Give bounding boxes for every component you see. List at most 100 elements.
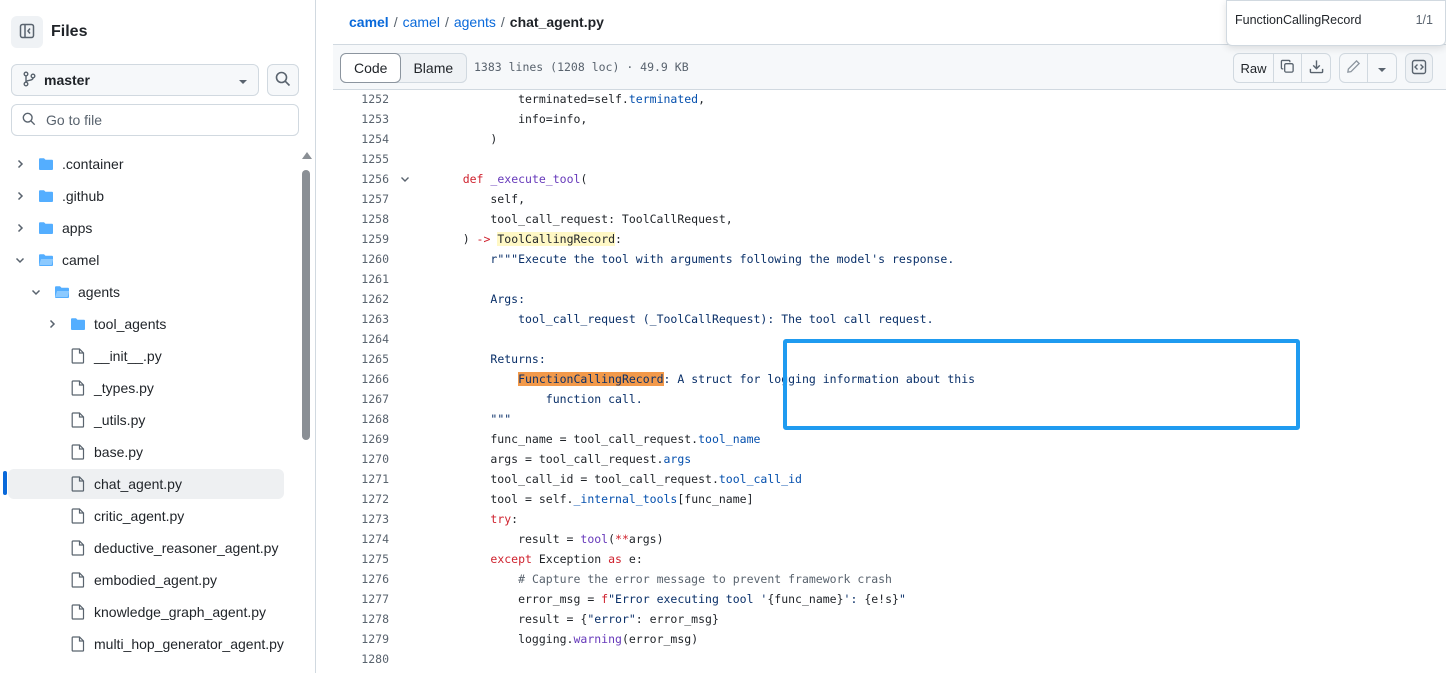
line-number[interactable]: 1270 bbox=[333, 452, 389, 466]
go-to-file-field[interactable] bbox=[11, 104, 299, 136]
code-line: 1259 ) -> ToolCallingRecord: bbox=[333, 229, 1446, 249]
tree-file[interactable]: _types.py bbox=[8, 373, 284, 403]
tree-item-label: tool_agents bbox=[94, 316, 167, 332]
line-number[interactable]: 1273 bbox=[333, 512, 389, 526]
tree-file[interactable]: deductive_reasoner_agent.py bbox=[8, 533, 284, 563]
tree-file[interactable]: base.py bbox=[8, 437, 284, 467]
sidebar-title: Files bbox=[51, 23, 88, 40]
tree-folder[interactable]: camel bbox=[8, 245, 284, 275]
pencil-icon bbox=[1346, 59, 1361, 77]
tree-item-label: chat_agent.py bbox=[94, 476, 182, 492]
file-icon bbox=[70, 508, 86, 524]
chevron-right-icon[interactable] bbox=[12, 156, 28, 172]
search-code-button[interactable] bbox=[267, 64, 299, 96]
line-number[interactable]: 1252 bbox=[333, 92, 389, 106]
line-number[interactable]: 1277 bbox=[333, 592, 389, 606]
view-mode-toggle: Code Blame bbox=[340, 53, 468, 83]
code-line: 1256 def _execute_tool( bbox=[333, 169, 1446, 189]
go-to-file-input[interactable] bbox=[46, 112, 286, 128]
more-edit-options-button[interactable] bbox=[1368, 54, 1396, 82]
code-line: 1252 terminated=self.terminated, bbox=[333, 89, 1446, 109]
scroll-thumb[interactable] bbox=[302, 170, 310, 440]
line-number[interactable]: 1279 bbox=[333, 632, 389, 646]
line-number[interactable]: 1267 bbox=[333, 392, 389, 406]
tree-file[interactable]: embodied_agent.py bbox=[8, 565, 284, 595]
chevron-right-icon[interactable] bbox=[44, 316, 60, 332]
line-number[interactable]: 1255 bbox=[333, 152, 389, 166]
breadcrumb-folder-link[interactable]: camel bbox=[403, 14, 440, 30]
edit-file-button[interactable] bbox=[1340, 54, 1368, 82]
tree-file[interactable]: _utils.py bbox=[8, 405, 284, 435]
tree-file[interactable]: chat_agent.py bbox=[8, 469, 284, 499]
chevron-right-icon[interactable] bbox=[12, 188, 28, 204]
code-text: ) bbox=[435, 132, 498, 146]
chevron-down-icon[interactable] bbox=[28, 284, 44, 300]
file-icon bbox=[70, 636, 86, 652]
file-icon bbox=[70, 444, 86, 460]
find-match-count: 1/1 bbox=[1415, 13, 1433, 27]
code-text: terminated=self.terminated, bbox=[435, 92, 706, 106]
chevron-right-icon[interactable] bbox=[12, 220, 28, 236]
code-line: 1270 args = tool_call_request.args bbox=[333, 449, 1446, 469]
line-number[interactable]: 1266 bbox=[333, 372, 389, 386]
line-number[interactable]: 1269 bbox=[333, 432, 389, 446]
line-number[interactable]: 1264 bbox=[333, 332, 389, 346]
scroll-up-arrow-icon[interactable] bbox=[302, 152, 312, 159]
line-number[interactable]: 1265 bbox=[333, 352, 389, 366]
collapse-sidebar-button[interactable] bbox=[11, 16, 43, 48]
code-line: 1273 try: bbox=[333, 509, 1446, 529]
line-number[interactable]: 1280 bbox=[333, 652, 389, 666]
tree-scrollbar[interactable] bbox=[300, 152, 314, 673]
tree-file[interactable]: critic_agent.py bbox=[8, 501, 284, 531]
find-query[interactable]: FunctionCallingRecord bbox=[1235, 13, 1416, 27]
tree-folder[interactable]: .github bbox=[8, 181, 284, 211]
line-number[interactable]: 1263 bbox=[333, 312, 389, 326]
line-number[interactable]: 1256 bbox=[333, 172, 389, 186]
code-text: args = tool_call_request.args bbox=[435, 452, 692, 466]
branch-name: master bbox=[44, 72, 90, 88]
tree-file[interactable]: __init__.py bbox=[8, 341, 284, 371]
tree-folder[interactable]: tool_agents bbox=[8, 309, 284, 339]
line-number[interactable]: 1259 bbox=[333, 232, 389, 246]
tree-folder[interactable]: agents bbox=[8, 277, 284, 307]
tree-folder[interactable]: apps bbox=[8, 213, 284, 243]
tree-item-label: knowledge_graph_agent.py bbox=[94, 604, 267, 620]
breadcrumb-repo-link[interactable]: camel bbox=[349, 14, 389, 30]
line-number[interactable]: 1278 bbox=[333, 612, 389, 626]
tree-item-label: .github bbox=[62, 188, 105, 204]
tree-folder[interactable]: .container bbox=[8, 149, 284, 179]
tree-file[interactable]: multi_hop_generator_agent.py bbox=[8, 629, 284, 659]
code-line: 1275 except Exception as e: bbox=[333, 549, 1446, 569]
tree-item-label: deductive_reasoner_agent.py bbox=[94, 540, 279, 556]
tab-blame[interactable]: Blame bbox=[400, 54, 466, 82]
line-number[interactable]: 1276 bbox=[333, 572, 389, 586]
code-text: logging.warning(error_msg) bbox=[435, 632, 699, 646]
collapse-block-chevron-icon[interactable] bbox=[397, 174, 413, 184]
line-number[interactable]: 1275 bbox=[333, 552, 389, 566]
line-number[interactable]: 1257 bbox=[333, 192, 389, 206]
symbols-panel-button[interactable] bbox=[1405, 53, 1433, 83]
line-number[interactable]: 1261 bbox=[333, 272, 389, 286]
tree-item-label: _utils.py bbox=[94, 412, 146, 428]
line-number[interactable]: 1260 bbox=[333, 252, 389, 266]
tab-code[interactable]: Code bbox=[340, 53, 402, 83]
line-number[interactable]: 1271 bbox=[333, 472, 389, 486]
line-number[interactable]: 1258 bbox=[333, 212, 389, 226]
file-icon bbox=[70, 476, 86, 492]
code-text: tool = self._internal_tools[func_name] bbox=[435, 492, 754, 506]
line-number[interactable]: 1262 bbox=[333, 292, 389, 306]
copy-raw-button[interactable] bbox=[1274, 54, 1302, 82]
find-in-file-popup[interactable]: FunctionCallingRecord 1/1 bbox=[1226, 0, 1446, 46]
tree-file[interactable]: knowledge_graph_agent.py bbox=[8, 597, 284, 627]
line-number[interactable]: 1253 bbox=[333, 112, 389, 126]
download-button[interactable] bbox=[1302, 54, 1330, 82]
chevron-down-icon[interactable] bbox=[12, 252, 28, 268]
line-number[interactable]: 1268 bbox=[333, 412, 389, 426]
line-number[interactable]: 1274 bbox=[333, 532, 389, 546]
raw-button[interactable]: Raw bbox=[1234, 54, 1274, 82]
breadcrumb-folder-link[interactable]: agents bbox=[454, 14, 496, 30]
line-number[interactable]: 1272 bbox=[333, 492, 389, 506]
line-number[interactable]: 1254 bbox=[333, 132, 389, 146]
code-line: 1254 ) bbox=[333, 129, 1446, 149]
branch-selector[interactable]: master bbox=[11, 64, 259, 96]
